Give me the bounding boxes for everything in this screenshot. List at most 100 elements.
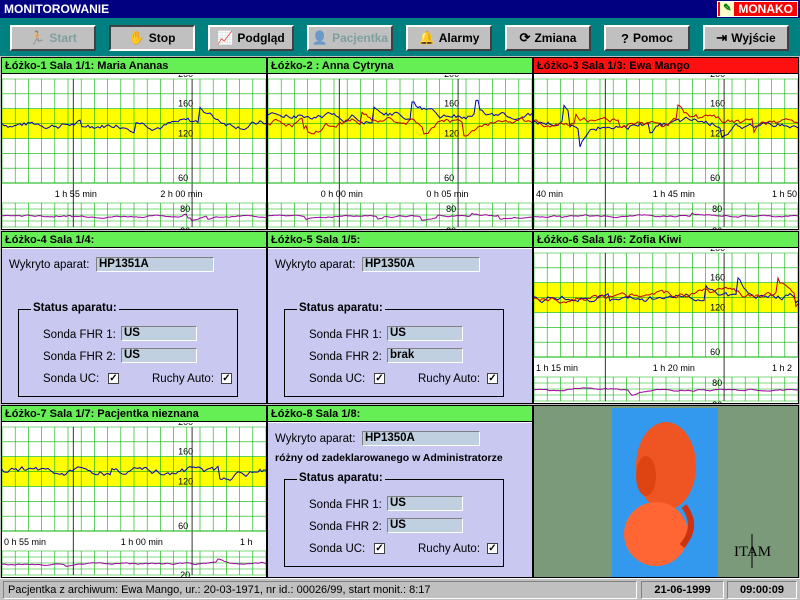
time-axis-label: 0 h 00 min	[321, 189, 363, 199]
zmiana-button-label: Zmiana	[534, 31, 577, 45]
itam-logo: ITAM	[734, 544, 771, 560]
wyjscie-button[interactable]: ⇥ Wyjście	[703, 25, 789, 51]
hand-stop-icon: ✋	[128, 30, 145, 45]
bed-panel-1[interactable]: Łóżko-1 Sala 1/1: Maria Ananas200 160 120 6…	[1, 57, 267, 230]
swap-icon: ⟳	[519, 30, 531, 45]
brand-badge: ✎ MONAKO	[717, 1, 798, 17]
time-axis-label: 1 h	[240, 537, 253, 547]
fhr-axis-label: 200	[444, 75, 459, 79]
fhr2-probe-field[interactable]: US	[121, 348, 197, 363]
bed-panel-7[interactable]: Łóżko-7 Sala 1/7: Pacjentka nieznana200 1…	[1, 405, 267, 578]
fhr-axis-label: 60	[178, 173, 188, 183]
zmiana-button[interactable]: ⟳ Zmiana	[505, 25, 591, 51]
pacjentka-button[interactable]: 👤 Pacjentka	[307, 25, 393, 51]
app-logo-icon: ✎	[720, 2, 735, 16]
fhr-axis-label: 60	[710, 173, 720, 183]
ctg-chart: 2001601206040 min1 h 45 min1 h 50 mi8020	[534, 75, 798, 229]
toolbar: 🏃 Start ✋ Stop 📈 Podgląd 👤 Pacjentka 🔔 Alarmy ⟳ Zmi…	[0, 18, 800, 56]
fhr1-probe-label: Sonda FHR 1:	[309, 499, 382, 511]
help-icon: ?	[621, 30, 629, 46]
fhr1-probe-field[interactable]: US	[121, 326, 197, 341]
alarmy-button[interactable]: 🔔 Alarmy	[406, 25, 492, 51]
auto-movement-label: Ruchy Auto:	[152, 373, 215, 385]
chart-grid	[2, 78, 266, 228]
uc-axis-label: 20	[180, 226, 190, 229]
fhr-axis-label: 160	[444, 99, 459, 109]
bed-panel-header[interactable]: Łóżko-3 Sala 1/3: Ewa Mango	[534, 58, 798, 74]
uc-probe-checkbox[interactable]: ✓	[108, 373, 119, 384]
bed-panel-8[interactable]: Łóżko-8 Sala 1/8: Wykryto aparat: HP1350A r…	[267, 405, 533, 578]
uc-axis-label: 20	[712, 226, 722, 229]
brand-name: MONAKO	[738, 2, 793, 16]
detected-device-field[interactable]: HP1351A	[96, 257, 214, 272]
time-axis-label: 2 h 00 min	[160, 189, 202, 199]
chart-grid	[534, 78, 798, 228]
bed-panel-header[interactable]: Łóżko-5 Sala 1/5:	[268, 232, 532, 248]
auto-movement-checkbox[interactable]: ✓	[487, 373, 498, 384]
stop-button[interactable]: ✋ Stop	[109, 25, 195, 51]
status-time: 09:00:09	[727, 581, 797, 599]
bed-panel-5[interactable]: Łóżko-5 Sala 1/5: Wykryto aparat: HP1350A S…	[267, 231, 533, 404]
fhr2-probe-field[interactable]: brak	[387, 348, 463, 363]
auto-movement-label: Ruchy Auto:	[418, 543, 481, 555]
patient-icon: 👤	[311, 30, 329, 45]
uc-probe-checkbox[interactable]: ✓	[374, 543, 385, 554]
chart-grid	[2, 426, 266, 576]
bed-panel-2[interactable]: Łóżko-2 : Anna Cytryna200 160 120 60 0 h 00 …	[267, 57, 533, 230]
pacjentka-button-label: Pacjentka	[332, 31, 389, 45]
bed-panel-3[interactable]: Łóżko-3 Sala 1/3: Ewa Mango2001601206040…	[533, 57, 799, 230]
fhr1-probe-field[interactable]: US	[387, 496, 463, 511]
detected-device-label: Wykryto aparat:	[275, 433, 356, 445]
time-axis-label: 1 h 45 min	[653, 189, 695, 199]
podglad-button[interactable]: 📈 Podgląd	[208, 25, 294, 51]
fhr1-probe-field[interactable]: US	[387, 326, 463, 341]
bed-panel-header[interactable]: Łóżko-6 Sala 1/6: Zofia Kiwi	[534, 232, 798, 248]
ctg-chart: 200 160 120 60 1 h 15 min 1 h 20 min 1 h 2 80 20	[534, 249, 798, 403]
auto-movement-checkbox[interactable]: ✓	[487, 543, 498, 554]
fetus-head	[624, 502, 688, 566]
uc-probe-checkbox[interactable]: ✓	[374, 373, 385, 384]
chart-grid	[268, 78, 532, 228]
bed-panel-header[interactable]: Łóżko-2 : Anna Cytryna	[268, 58, 532, 74]
status-group-title: Status aparatu:	[297, 302, 385, 314]
fhr1-probe-label: Sonda FHR 1:	[43, 329, 116, 341]
device-status-form: Wykryto aparat: HP1351A Status aparatu: Son…	[2, 249, 266, 403]
time-axis-label: 1 h 00 min	[121, 537, 163, 547]
bed-panel-6[interactable]: Łóżko-6 Sala 1/6: Zofia Kiwi200 160 120 60 1…	[533, 231, 799, 404]
fhr2-probe-field[interactable]: US	[387, 518, 463, 533]
ctg-chart: 200 160 120 60 0 h 00 min 0 h 05 min 80 20	[268, 75, 532, 229]
time-axis-label: 40 min	[536, 189, 563, 199]
detected-device-label: Wykryto aparat:	[9, 259, 90, 271]
uc-probe-label: Sonda UC:	[309, 543, 366, 555]
illustration-panel: ITAM	[533, 405, 799, 578]
start-button[interactable]: 🏃 Start	[10, 25, 96, 51]
fhr-axis-label: 60	[444, 173, 454, 183]
chart-grid	[534, 252, 798, 402]
bed-panel-header[interactable]: Łóżko-8 Sala 1/8:	[268, 406, 532, 422]
detected-device-field[interactable]: HP1350A	[362, 431, 480, 446]
time-axis-label: 0 h 55 min	[4, 537, 46, 547]
device-mismatch-note: różny od zadeklarowanego w Administrator…	[275, 452, 503, 464]
detected-device-label: Wykryto aparat:	[275, 259, 356, 271]
status-bar: Pacjentka z archiwum: Ewa Mango, ur.: 20…	[0, 578, 800, 600]
fhr-axis-label: 160	[710, 99, 725, 109]
pomoc-button[interactable]: ? Pomoc	[604, 25, 690, 51]
time-axis-label: 1 h 20 min	[653, 363, 695, 373]
podglad-button-label: Podgląd	[237, 31, 285, 45]
fhr-axis-label: 200	[710, 75, 725, 79]
auto-movement-checkbox[interactable]: ✓	[221, 373, 232, 384]
bed-panel-header[interactable]: Łóżko-7 Sala 1/7: Pacjentka nieznana	[2, 406, 266, 422]
bed-panel-header[interactable]: Łóżko-1 Sala 1/1: Maria Ananas	[2, 58, 266, 74]
window-title-bar: MONITOROWANIE ✎ MONAKO	[0, 0, 800, 18]
detected-device-field[interactable]: HP1350A	[362, 257, 480, 272]
fhr-axis-label: 120	[444, 128, 459, 138]
fhr-axis-label: 200	[178, 423, 193, 427]
status-date: 21-06-1999	[641, 581, 724, 599]
bed-panel-header[interactable]: Łóżko-4 Sala 1/4:	[2, 232, 266, 248]
pomoc-button-label: Pomoc	[632, 31, 673, 45]
time-axis-label: 1 h 50 mi	[772, 189, 798, 199]
uc-axis-label: 20	[446, 226, 456, 229]
bed-panel-4[interactable]: Łóżko-4 Sala 1/4: Wykryto aparat: HP1351A S…	[1, 231, 267, 404]
fhr2-probe-label: Sonda FHR 2:	[43, 351, 116, 363]
status-group-title: Status aparatu:	[31, 302, 119, 314]
